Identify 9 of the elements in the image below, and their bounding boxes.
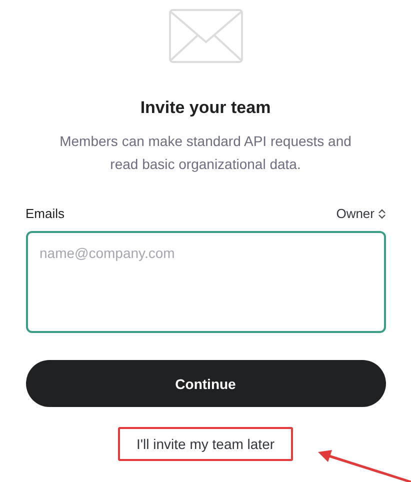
email-input-field[interactable]: name@company.com [26, 231, 386, 333]
role-select[interactable]: Owner [336, 206, 386, 221]
envelope-icon [168, 8, 244, 64]
chevron-updown-icon [378, 208, 386, 218]
continue-button[interactable]: Continue [26, 360, 386, 407]
description: Members can make standard API requests and read basic organizational data. [58, 132, 352, 174]
emails-label: Emails [26, 206, 65, 221]
dialog-title: Invite your team [140, 98, 271, 118]
invite-later-link[interactable]: I'll invite my team later [118, 427, 293, 461]
